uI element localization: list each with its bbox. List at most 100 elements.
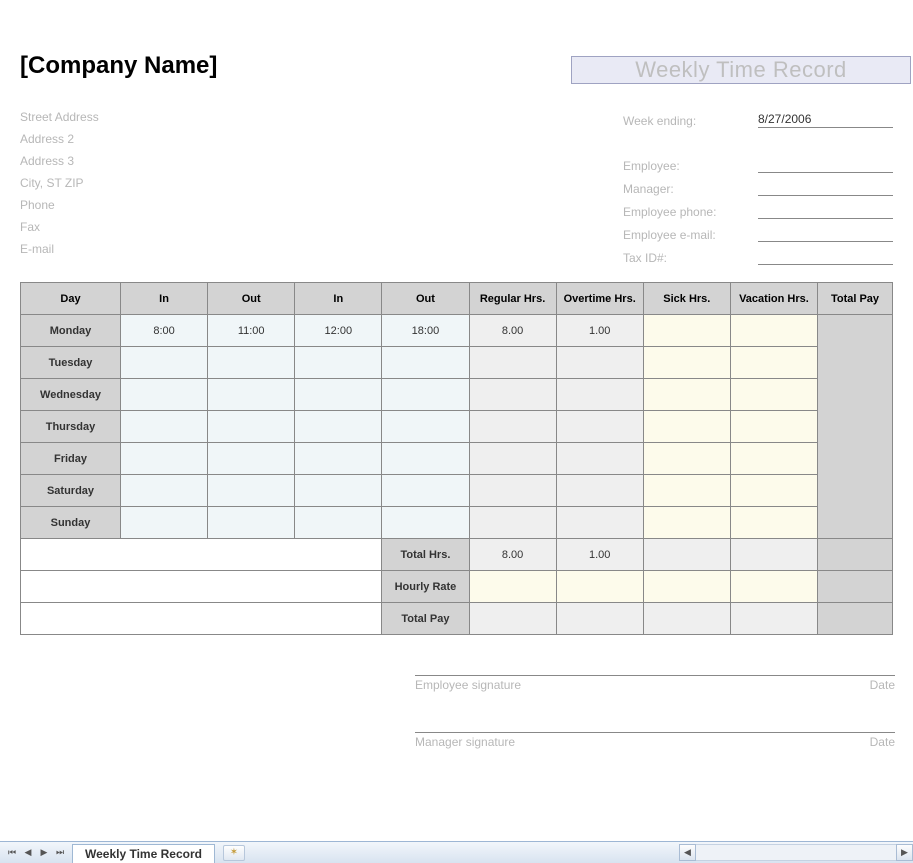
employee-value[interactable] <box>758 171 893 173</box>
time-cell-out1[interactable]: 11:00 <box>208 315 295 347</box>
time-cell-in2[interactable] <box>295 347 382 379</box>
time-cell-in2[interactable] <box>295 443 382 475</box>
time-cell-out1[interactable] <box>208 347 295 379</box>
hours-cell-vac[interactable] <box>730 443 817 475</box>
time-cell-in1[interactable]: 8:00 <box>121 315 208 347</box>
hours-cell-sick[interactable] <box>643 379 730 411</box>
rate-sick[interactable] <box>643 571 730 603</box>
time-cell-out1[interactable] <box>208 475 295 507</box>
day-label: Saturday <box>21 475 121 507</box>
phone[interactable]: Phone <box>20 194 99 216</box>
hours-cell-vac[interactable] <box>730 347 817 379</box>
totalpay-regular <box>469 603 556 635</box>
time-cell-out2[interactable]: 18:00 <box>382 315 469 347</box>
header-totalpay: Total Pay <box>818 283 893 315</box>
tab-nav-last-icon[interactable]: ⏭ <box>52 845 68 861</box>
email[interactable]: E-mail <box>20 238 99 260</box>
table-row: Wednesday <box>21 379 893 411</box>
hours-cell-sick[interactable] <box>643 507 730 539</box>
time-cell-out2[interactable] <box>382 411 469 443</box>
calc-cell-reg <box>469 507 556 539</box>
time-cell-out2[interactable] <box>382 443 469 475</box>
time-cell-out1[interactable] <box>208 443 295 475</box>
address-2[interactable]: Address 2 <box>20 128 99 150</box>
hours-cell-vac[interactable] <box>730 315 817 347</box>
hours-cell-vac[interactable] <box>730 411 817 443</box>
tab-nav-first-icon[interactable]: ⏮ <box>4 845 20 861</box>
time-cell-in1[interactable] <box>121 379 208 411</box>
hours-cell-sick[interactable] <box>643 443 730 475</box>
hours-cell-sick[interactable] <box>643 411 730 443</box>
week-ending-value[interactable]: 8/27/2006 <box>758 112 893 128</box>
time-cell-in1[interactable] <box>121 443 208 475</box>
rate-overtime[interactable] <box>556 571 643 603</box>
time-cell-out1[interactable] <box>208 507 295 539</box>
time-cell-out2[interactable] <box>382 379 469 411</box>
time-cell-in2[interactable]: 12:00 <box>295 315 382 347</box>
time-cell-in1[interactable] <box>121 347 208 379</box>
day-label: Thursday <box>21 411 121 443</box>
total-sick <box>643 539 730 571</box>
calc-cell-ot <box>556 379 643 411</box>
day-label: Sunday <box>21 507 121 539</box>
time-cell-in2[interactable] <box>295 411 382 443</box>
calc-cell-ot <box>556 507 643 539</box>
hours-cell-vac[interactable] <box>730 379 817 411</box>
hours-cell-sick[interactable] <box>643 347 730 379</box>
time-cell-out2[interactable] <box>382 475 469 507</box>
hours-cell-vac[interactable] <box>730 507 817 539</box>
address-block[interactable]: Street Address Address 2 Address 3 City,… <box>20 106 99 260</box>
total-pay-column <box>818 315 893 539</box>
calc-cell-reg <box>469 347 556 379</box>
total-overtime: 1.00 <box>556 539 643 571</box>
horizontal-scrollbar[interactable] <box>696 844 896 861</box>
status-bar: ⏮ ◀ ▶ ⏭ Weekly Time Record ✶ ◀ ▶ <box>0 841 913 863</box>
hours-cell-vac[interactable] <box>730 475 817 507</box>
employee-signature-label: Employee signature <box>415 678 521 692</box>
time-cell-in2[interactable] <box>295 475 382 507</box>
employee-phone-label: Employee phone: <box>623 205 758 219</box>
address-3[interactable]: Address 3 <box>20 150 99 172</box>
header-in1: In <box>121 283 208 315</box>
employee-email-value[interactable] <box>758 240 893 242</box>
tax-id-value[interactable] <box>758 263 893 265</box>
street-address[interactable]: Street Address <box>20 106 99 128</box>
calc-cell-ot: 1.00 <box>556 315 643 347</box>
time-cell-out2[interactable] <box>382 347 469 379</box>
timecard-table[interactable]: Day In Out In Out Regular Hrs. Overtime … <box>20 282 893 635</box>
fax[interactable]: Fax <box>20 216 99 238</box>
rate-regular[interactable] <box>469 571 556 603</box>
time-cell-out1[interactable] <box>208 379 295 411</box>
calc-cell-ot <box>556 411 643 443</box>
tab-nav-prev-icon[interactable]: ◀ <box>20 845 36 861</box>
calc-cell-ot <box>556 475 643 507</box>
employee-label: Employee: <box>623 159 758 173</box>
details-block: Week ending: 8/27/2006 Employee: Manager… <box>623 106 893 266</box>
time-cell-out2[interactable] <box>382 507 469 539</box>
employee-signature-date-label: Date <box>870 678 895 692</box>
scroll-left-icon[interactable]: ◀ <box>679 844 696 861</box>
rate-vacation[interactable] <box>730 571 817 603</box>
employee-phone-value[interactable] <box>758 217 893 219</box>
total-hrs-label: Total Hrs. <box>382 539 469 571</box>
time-cell-in1[interactable] <box>121 411 208 443</box>
day-label: Monday <box>21 315 121 347</box>
hours-cell-sick[interactable] <box>643 475 730 507</box>
city-st-zip[interactable]: City, ST ZIP <box>20 172 99 194</box>
table-row: Sunday <box>21 507 893 539</box>
grand-total <box>818 603 893 635</box>
manager-value[interactable] <box>758 194 893 196</box>
sheet-tab-weekly-time-record[interactable]: Weekly Time Record <box>72 844 215 863</box>
table-row: Thursday <box>21 411 893 443</box>
time-cell-in1[interactable] <box>121 475 208 507</box>
hours-cell-sick[interactable] <box>643 315 730 347</box>
scroll-right-icon[interactable]: ▶ <box>896 844 913 861</box>
tab-nav-next-icon[interactable]: ▶ <box>36 845 52 861</box>
time-cell-in2[interactable] <box>295 507 382 539</box>
calc-cell-reg: 8.00 <box>469 315 556 347</box>
time-cell-in2[interactable] <box>295 379 382 411</box>
time-cell-in1[interactable] <box>121 507 208 539</box>
time-cell-out1[interactable] <box>208 411 295 443</box>
new-sheet-icon[interactable]: ✶ <box>223 845 245 861</box>
header-in2: In <box>295 283 382 315</box>
